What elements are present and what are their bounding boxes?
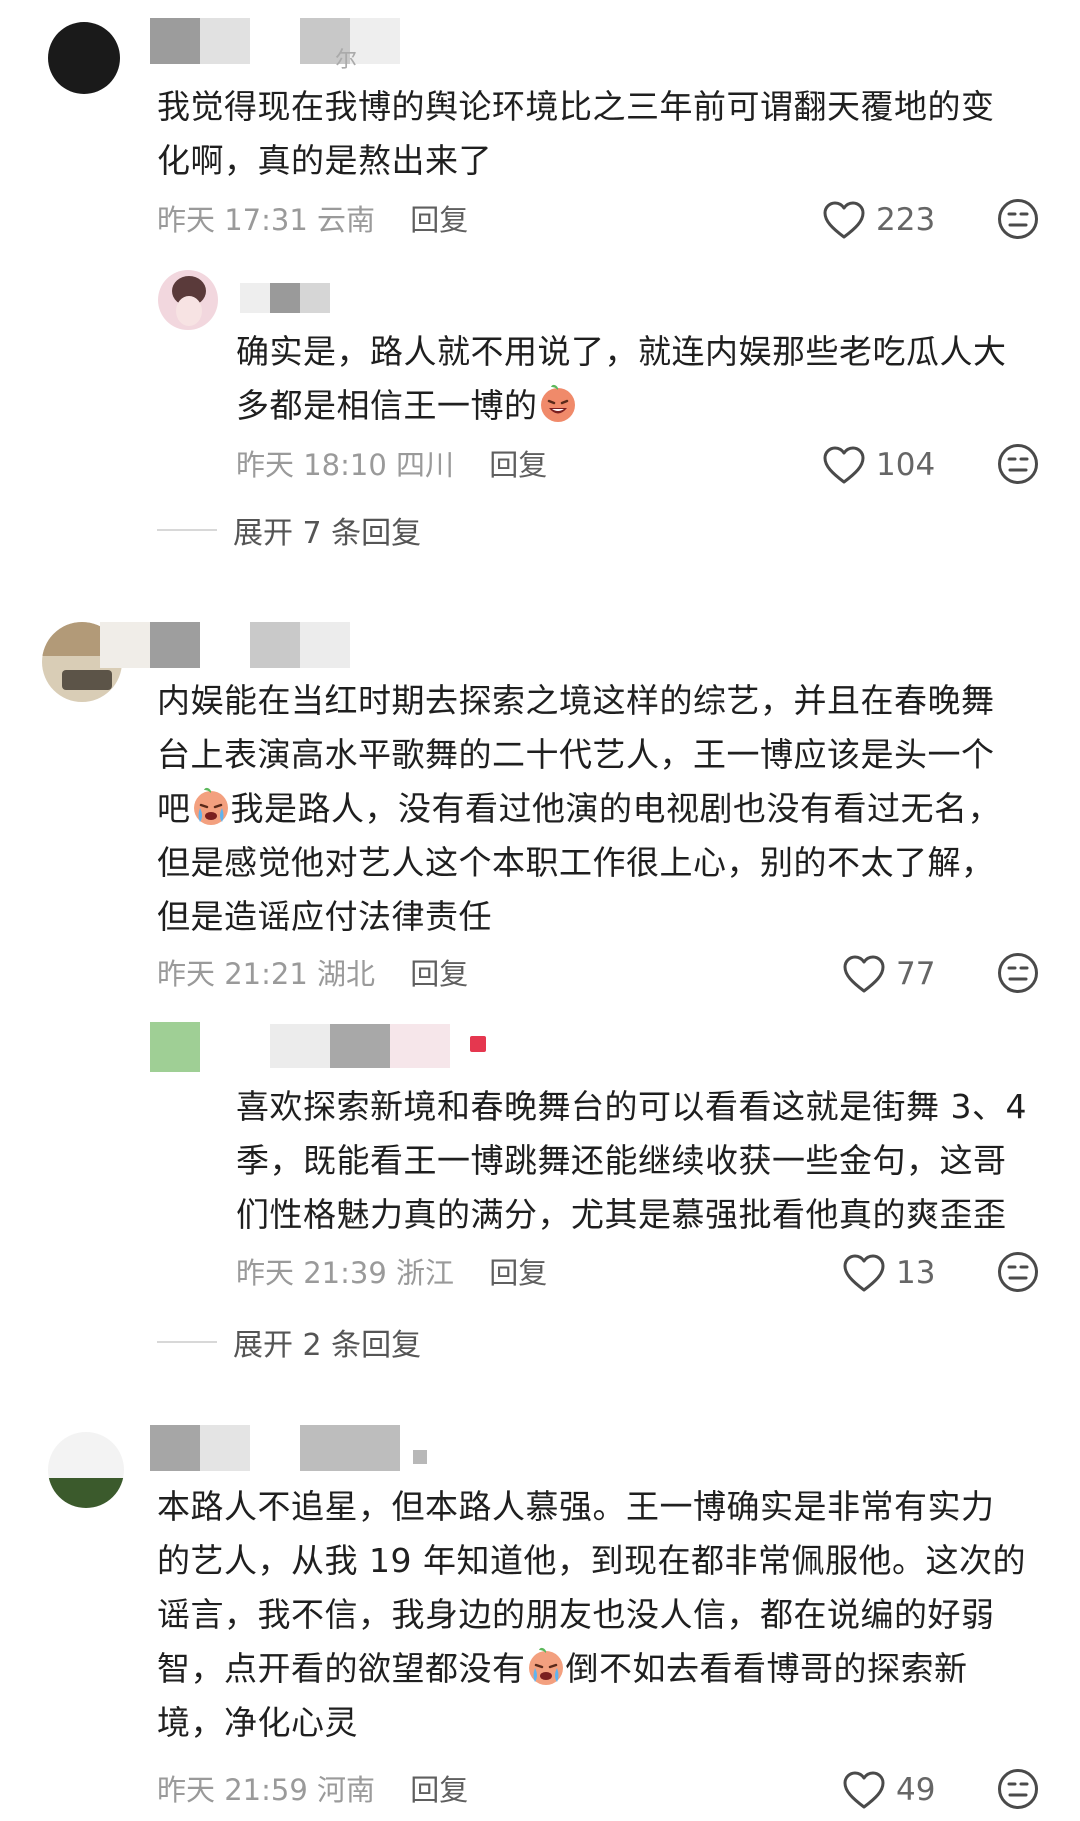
- comment-text: 内娱能在当红时期去探索之境这样的综艺，并且在春晚舞 台上表演高水平歌舞的二十代艺…: [157, 681, 1001, 936]
- like-count: 104: [876, 447, 936, 483]
- heart-icon: [842, 1253, 886, 1293]
- username-redacted[interactable]: [210, 1024, 500, 1068]
- heart-icon: [842, 954, 886, 994]
- expand-replies-button[interactable]: 展开 2 条回复: [157, 1322, 421, 1363]
- timestamp-location: 昨天 21:21 湖北: [157, 957, 376, 991]
- avatar[interactable]: [48, 1432, 124, 1508]
- like-button[interactable]: 49: [842, 1768, 935, 1812]
- avatar[interactable]: [150, 1022, 200, 1072]
- dislike-icon[interactable]: [997, 198, 1039, 240]
- dislike-icon[interactable]: [997, 1768, 1039, 1810]
- username-redacted[interactable]: [150, 18, 400, 64]
- timestamp-location: 昨天 18:10 四川: [236, 448, 455, 482]
- username-fragment: 尔: [335, 48, 358, 73]
- timestamp-location: 昨天 17:31 云南: [157, 203, 376, 237]
- divider-line: [157, 529, 217, 531]
- crying-face-emoji: [526, 1646, 566, 1686]
- laughing-face-emoji: [538, 383, 578, 423]
- avatar[interactable]: [158, 270, 218, 330]
- like-count: 49: [896, 1772, 936, 1808]
- divider-line: [157, 1341, 217, 1343]
- dislike-icon[interactable]: [997, 952, 1039, 994]
- comment-meta: 昨天 21:21 湖北 回复: [157, 954, 468, 994]
- timestamp-location: 昨天 21:39 浙江: [236, 1256, 455, 1290]
- username-redacted[interactable]: [240, 283, 330, 313]
- name-badge: [470, 1036, 486, 1052]
- username-redacted[interactable]: [150, 1425, 400, 1471]
- like-button[interactable]: 223: [822, 198, 935, 242]
- like-count: 223: [876, 202, 936, 238]
- like-button[interactable]: 13: [842, 1251, 935, 1295]
- comment-text: 本路人不追星，但本路人慕强。王一博确实是非常有实力 的艺人，从我 19 年知道他…: [157, 1487, 1026, 1742]
- name-badge: [413, 1450, 427, 1464]
- heart-icon: [822, 200, 866, 240]
- comment-text: 我觉得现在我博的舆论环境比之三年前可谓翻天覆地的变 化啊，真的是熬出来了: [157, 87, 995, 180]
- heart-icon: [822, 445, 866, 485]
- comment-meta: 昨天 21:59 河南 回复: [157, 1770, 468, 1810]
- dislike-icon[interactable]: [997, 443, 1039, 485]
- crying-face-emoji: [191, 786, 231, 826]
- like-button[interactable]: 104: [822, 443, 935, 487]
- reply-button[interactable]: 回复: [410, 203, 468, 237]
- timestamp-location: 昨天 21:59 河南: [157, 1773, 376, 1807]
- reply-text: 确实是，路人就不用说了，就连内娱那些老吃瓜人大 多都是相信王一博的: [236, 332, 1007, 425]
- expand-replies-button[interactable]: 展开 7 条回复: [157, 510, 421, 551]
- reply-meta: 昨天 18:10 四川 回复: [236, 445, 547, 485]
- like-button[interactable]: 77: [842, 952, 935, 996]
- like-count: 77: [896, 956, 936, 992]
- reply-meta: 昨天 21:39 浙江 回复: [236, 1253, 547, 1293]
- heart-icon: [842, 1770, 886, 1810]
- like-count: 13: [896, 1255, 936, 1291]
- username-redacted[interactable]: [100, 622, 350, 668]
- comment-meta: 昨天 17:31 云南 回复: [157, 200, 468, 240]
- reply-text: 喜欢探索新境和春晚舞台的可以看看这就是街舞 3、4 季，既能看王一博跳舞还能继续…: [236, 1087, 1027, 1234]
- reply-button[interactable]: 回复: [489, 448, 547, 482]
- dislike-icon[interactable]: [997, 1251, 1039, 1293]
- reply-button[interactable]: 回复: [410, 957, 468, 991]
- reply-button[interactable]: 回复: [410, 1773, 468, 1807]
- avatar[interactable]: [48, 22, 120, 94]
- reply-button[interactable]: 回复: [489, 1256, 547, 1290]
